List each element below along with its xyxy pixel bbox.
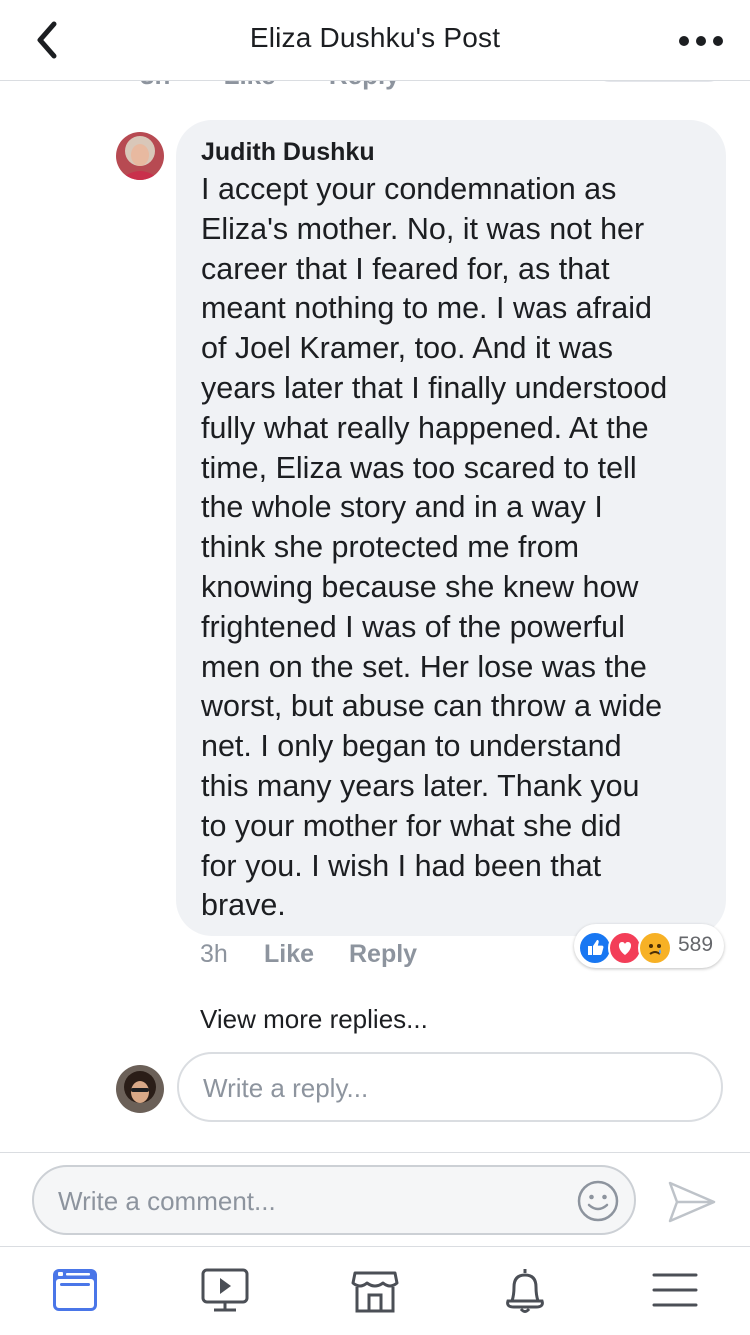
current-user-avatar[interactable] [116, 1065, 164, 1113]
more-dots-icon [679, 36, 723, 46]
send-icon [668, 1181, 716, 1223]
comment-bubble: Judith Dushku I accept your condemnation… [176, 120, 726, 936]
page-title: Eliza Dushku's Post [249, 22, 501, 53]
tab-news-feed[interactable] [50, 1265, 100, 1315]
like-icon [578, 931, 612, 965]
reactions-badge[interactable]: 589 [574, 924, 724, 968]
comment-time: 3h [200, 940, 228, 968]
watch-icon [201, 1268, 249, 1312]
bottom-tab-bar [0, 1246, 750, 1335]
tab-marketplace[interactable] [350, 1265, 400, 1315]
news-feed-icon [53, 1269, 97, 1311]
comment-composer [0, 1152, 750, 1248]
menu-icon [652, 1273, 698, 1307]
more-options-button[interactable] [678, 26, 724, 56]
avatar[interactable] [116, 132, 164, 180]
reply-button[interactable]: Reply [349, 940, 417, 969]
reaction-count: 589 [678, 933, 714, 956]
profile-photo-icon [116, 1065, 164, 1113]
top-bar: Eliza Dushku's Post [0, 0, 750, 81]
emoji-button[interactable] [576, 1179, 620, 1223]
marketplace-icon [351, 1271, 399, 1313]
notifications-icon [506, 1269, 544, 1313]
love-icon [608, 931, 642, 965]
reply-field-container [177, 1052, 723, 1122]
tab-watch[interactable] [200, 1265, 250, 1315]
reply-input[interactable] [201, 1070, 705, 1106]
view-more-replies-link[interactable]: View more replies... [200, 1004, 428, 1035]
like-button[interactable]: Like [264, 940, 314, 969]
tab-notifications[interactable] [500, 1265, 550, 1315]
tab-menu[interactable] [650, 1265, 700, 1315]
sad-icon [638, 931, 672, 965]
profile-photo-icon [116, 132, 164, 180]
comment-input[interactable] [56, 1183, 560, 1219]
smiley-icon [577, 1180, 619, 1222]
send-button[interactable] [666, 1179, 718, 1225]
comment-field-container [32, 1165, 636, 1235]
comment-text: I accept your condemnation as Eliza's mo… [201, 172, 668, 923]
comment-author[interactable]: Judith Dushku [201, 138, 375, 167]
